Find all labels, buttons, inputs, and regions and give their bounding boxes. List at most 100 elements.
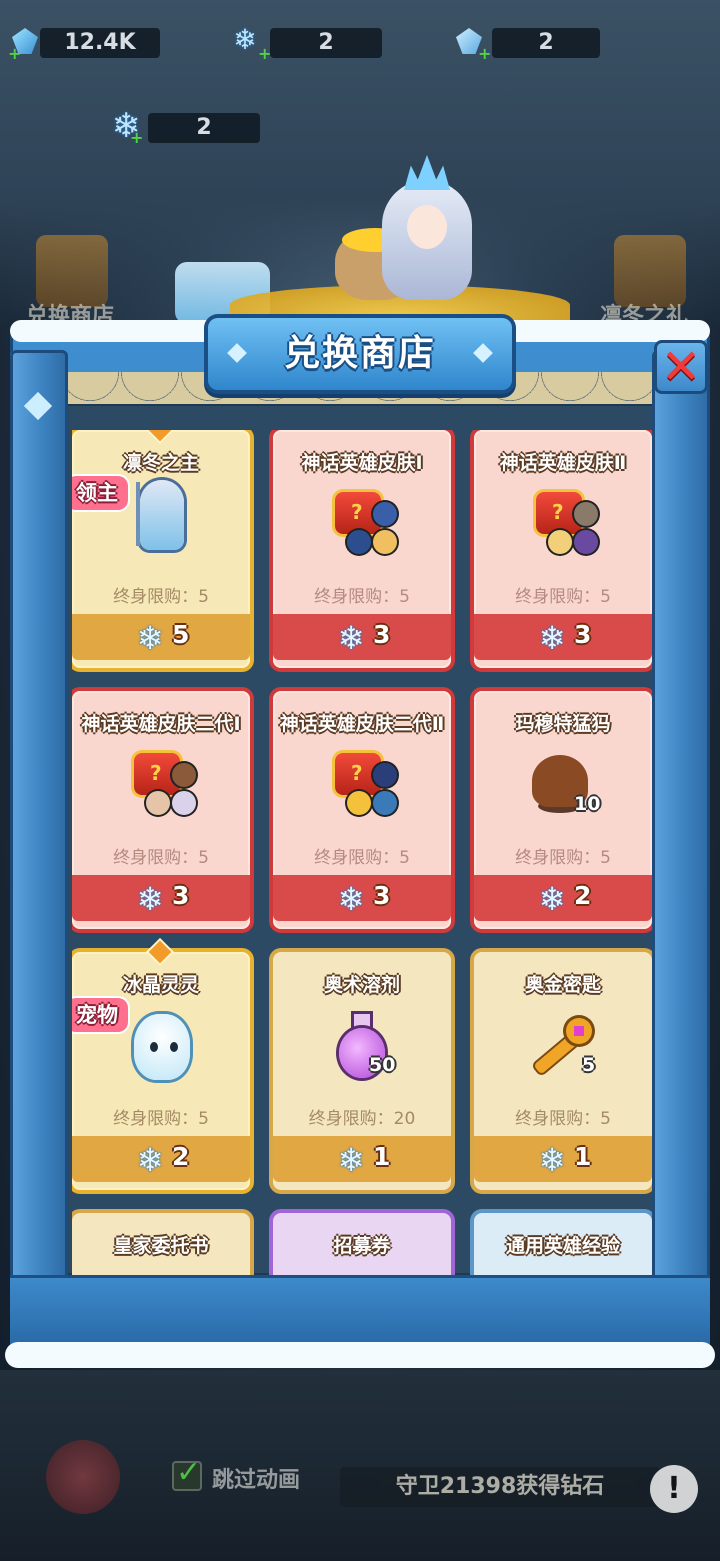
snowflake-icon: ❄ [337,880,365,918]
info-button[interactable]: ! [650,1465,698,1513]
price-value: 3 [373,881,391,910]
item-name: 通用英雄经验 [505,1235,620,1257]
snow-cap-bottom [5,1342,715,1368]
shop-item-card[interactable]: 神话英雄皮肤二代Ⅱ 终身限购：5 ❄ 3 [273,691,451,929]
price-button[interactable]: ❄ 3 [273,875,451,921]
price-value: 3 [574,620,592,649]
broadcast-message: 守卫21398获得钻石 [340,1467,660,1507]
price-value: 2 [574,881,592,910]
item-name: 招募券 [333,1235,391,1257]
shop-item-card[interactable]: 皇家委托书 [72,1213,250,1275]
diamond-icon [23,391,53,421]
item-quantity: 5 [582,1054,596,1076]
shop-currency-value: 2 [148,113,260,143]
hero-avatar-icon [347,530,371,554]
price-button[interactable]: ❄ 2 [474,875,652,921]
item-name: 神话英雄皮肤Ⅱ [499,452,627,474]
right-pillar [652,350,710,1340]
shop-item-card[interactable]: 冰晶灵灵 宠物 终身限购：5 ❄ 2 [72,940,250,1190]
price-value: 2 [172,1142,190,1171]
hero-avatar-icon [548,530,572,554]
plus-icon[interactable]: + [478,44,491,63]
plus-icon[interactable]: + [130,128,143,147]
shop-item-card[interactable]: 神话英雄皮肤二代Ⅰ 终身限购：5 ❄ 3 [72,691,250,929]
snowflake-icon: ❄ [136,880,164,918]
price-button[interactable]: ❄ 2 [72,1136,250,1182]
snowflake-icon: ❄ [337,619,365,657]
hero-avatar-icon [172,791,196,815]
hero-avatar-icon [373,791,397,815]
snowflake-icon: ❄ [538,880,566,918]
hero-avatar-icon [146,791,170,815]
shop-item-card[interactable]: 玛穆特猛犸 10 终身限购：5 ❄ 2 [474,691,652,929]
diamond-icon [148,430,172,442]
winter-gift-side-button[interactable] [614,235,686,307]
snowflake-icon: ❄ [136,619,164,657]
item-name: 凛冬之主 [122,452,199,474]
hero-avatar-icon [347,791,371,815]
price-button[interactable]: ❄ 5 [72,614,250,660]
item-name: 神话英雄皮肤二代Ⅱ [279,713,445,735]
close-button[interactable]: ✕ [654,340,708,394]
purchase-limit: 终身限购：20 [308,1109,416,1129]
checkmark-icon: ✓ [176,1455,202,1490]
hero-avatar-icon [373,502,397,526]
shop-item-card[interactable]: 神话英雄皮肤Ⅱ 终身限购：5 ❄ 3 [474,430,652,668]
price-button[interactable]: ❄ 3 [72,875,250,921]
item-name: 皇家委托书 [113,1235,209,1257]
purchase-limit: 终身限购：5 [314,848,410,868]
shop-item-card[interactable]: 通用英雄经验 [474,1213,652,1275]
shop-item-card[interactable]: 神话英雄皮肤Ⅰ 终身限购：5 ❄ 3 [273,430,451,668]
hero-avatar-icon [373,763,397,787]
lord-tag: 领主 [72,476,128,510]
shop-item-card[interactable]: 招募券 [273,1213,451,1275]
item-name: 神话英雄皮肤二代Ⅰ [81,713,241,735]
shop-item-card[interactable]: 凛冬之主 领主 终身限购：5 ❄ 5 [72,430,250,668]
snowflake-icon: ❄ [233,23,257,56]
price-value: 3 [373,620,391,649]
item-name: 奥金密匙 [524,974,601,996]
snowflake-icon: ❄ [538,619,566,657]
hero-avatar-icon [373,530,397,554]
ice-queen-art [140,480,184,550]
ice-crown-icon [404,155,450,190]
skip-animation-checkbox[interactable]: ✓ [172,1455,202,1491]
purchase-limit: 终身限购：5 [515,587,611,607]
snowflake-icon: ❄ [136,1141,164,1179]
plus-icon[interactable]: + [8,44,21,63]
exchange-shop-panel: 凛冬之主 领主 终身限购：5 ❄ 5 神话英雄皮肤Ⅰ 终身限购：5 ❄ 3 神话… [5,318,715,1368]
price-button[interactable]: ❄ 1 [474,1136,652,1182]
panel-bottom-bar [10,1275,710,1345]
spirit-eye [170,1042,178,1052]
purchase-limit: 终身限购：5 [515,848,611,868]
hero-avatar-icon [574,502,598,526]
price-value: 3 [172,881,190,910]
shop-item-card[interactable]: 奥术溶剂 50 终身限购：20 ❄ 1 [273,952,451,1190]
cancel-battle-button[interactable] [46,1440,120,1514]
currency-snowflake-value: 2 [270,28,382,58]
item-quantity: 50 [369,1054,396,1076]
purchase-limit: 终身限购：5 [113,848,209,868]
skip-animation-label: 跳过动画 [212,1468,301,1493]
exchange-shop-side-button[interactable] [36,235,108,307]
item-name: 奥术溶剂 [323,974,400,996]
price-value: 1 [373,1142,391,1171]
ice-queen-hero-art [372,155,487,315]
left-pillar [10,350,68,1340]
gem-icon [574,1026,584,1036]
shop-item-grid[interactable]: 凛冬之主 领主 终身限购：5 ❄ 5 神话英雄皮肤Ⅰ 终身限购：5 ❄ 3 神话… [72,430,652,1275]
ice-spirit-art [134,1014,190,1080]
shop-item-card[interactable]: 奥金密匙 5 终身限购：5 ❄ 1 [474,952,652,1190]
item-quantity: 10 [574,793,601,815]
spirit-eye [150,1042,158,1052]
ice-staff-icon [136,482,140,546]
pet-tag: 宠物 [72,998,128,1032]
price-button[interactable]: ❄ 3 [273,614,451,660]
price-button[interactable]: ❄ 3 [474,614,652,660]
price-button[interactable]: ❄ 1 [273,1136,451,1182]
purchase-limit: 终身限购：5 [113,1109,209,1129]
diamond-icon [148,940,172,964]
currency-shard-value: 2 [492,28,600,58]
purchase-limit: 终身限购：5 [515,1109,611,1129]
snowflake-icon: ❄ [337,1141,365,1179]
